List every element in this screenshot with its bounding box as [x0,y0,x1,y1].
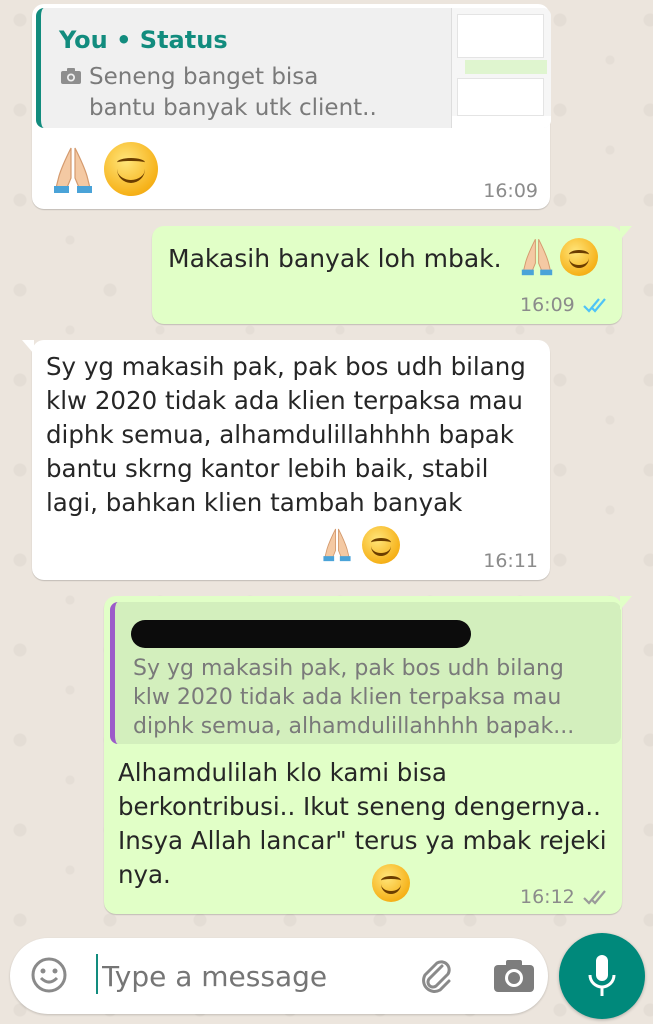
folded-hands-emoji [520,236,554,280]
quoted-message[interactable]: Sy yg makasih pak, pak bos udh bilang kl… [110,602,621,744]
camera-small-icon [60,67,82,89]
smiling-face-emoji [362,526,400,564]
outgoing-reply-bubble[interactable]: Sy yg makasih pak, pak bos udh bilang kl… [104,596,632,914]
status-thumbnail [451,8,551,128]
outgoing-message-bubble[interactable]: Makasih banyak loh mbak. 16:09 [152,226,632,324]
smiling-face-emoji [372,864,410,902]
folded-hands-emoji [322,526,352,566]
emoji-icon[interactable] [30,956,68,998]
message-time: 16:12 [520,886,575,908]
message-time: 16:09 [520,294,575,316]
delivered-ticks-icon [582,888,610,910]
paperclip-icon[interactable] [416,956,456,1000]
microphone-icon [586,953,618,1003]
microphone-button[interactable] [559,933,645,1019]
message-time: 16:09 [483,180,538,202]
quoted-message-text: Sy yg makasih pak, pak bos udh bilang kl… [133,656,575,739]
camera-icon[interactable] [492,958,536,998]
message-text: Sy yg makasih pak, pak bos udh bilang kl… [46,352,526,517]
status-quote-text: Seneng banget bisa bantu banyak utk clie… [89,64,377,121]
message-text: Alhamdulilah klo kami bisa berkontribusi… [118,758,607,889]
status-quote-author: You • Status [59,26,228,54]
status-quote[interactable]: You • Status Seneng banget bisa bantu ba… [36,8,551,128]
message-input[interactable] [100,952,404,1000]
message-text: Makasih banyak loh mbak. [168,244,502,273]
smiling-face-emoji [104,142,158,196]
incoming-message-bubble[interactable]: Sy yg makasih pak, pak bos udh bilang kl… [22,340,550,580]
message-time: 16:11 [483,550,538,572]
message-input-bar[interactable] [10,938,548,1014]
incoming-status-reply-bubble[interactable]: You • Status Seneng banget bisa bantu ba… [32,4,551,209]
text-caret [96,954,98,994]
redacted-name [131,620,471,648]
smiling-face-emoji [560,238,598,276]
folded-hands-emoji [52,144,94,198]
read-ticks-icon [582,296,610,318]
